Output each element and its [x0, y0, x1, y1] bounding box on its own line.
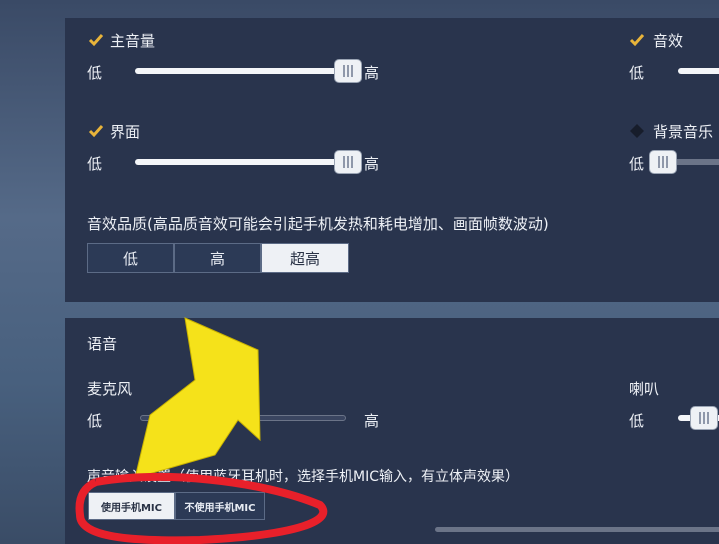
annotation-overlay [75, 317, 328, 544]
red-circle-annotation [75, 472, 328, 544]
yellow-arrow-icon [134, 317, 261, 479]
